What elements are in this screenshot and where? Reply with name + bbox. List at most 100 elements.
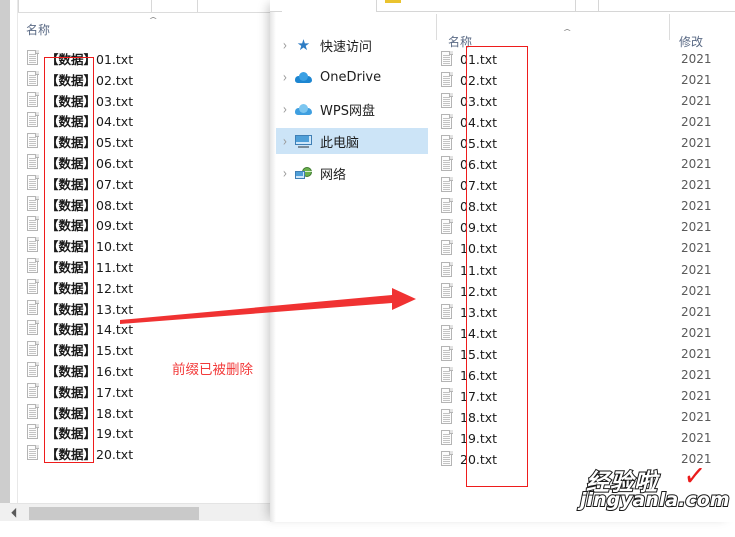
file-name[interactable]: 【数据】15.txt — [46, 340, 133, 359]
file-name[interactable]: 07.txt — [460, 178, 497, 193]
file-name[interactable]: 03.txt — [460, 94, 497, 109]
table-row[interactable]: 【数据】04.txt — [26, 110, 133, 131]
table-row[interactable]: 【数据】07.txt — [26, 173, 133, 194]
table-row[interactable]: 【数据】20.txt — [26, 443, 133, 464]
chevron-right-icon[interactable]: › — [276, 37, 294, 53]
file-name[interactable]: 13.txt — [460, 305, 497, 320]
file-name[interactable]: 【数据】02.txt — [46, 70, 133, 89]
table-row[interactable]: 【数据】03.txt — [26, 90, 133, 111]
sidebar-item-5[interactable]: › 网络 — [276, 160, 428, 186]
file-name[interactable]: 10.txt — [460, 241, 497, 256]
file-name[interactable]: 14.txt — [460, 326, 497, 341]
file-name[interactable]: 01.txt — [460, 52, 497, 67]
table-row[interactable]: 【数据】01.txt — [26, 48, 133, 69]
sidebar-item-1[interactable]: › ★ 快速访问 — [276, 32, 428, 58]
table-row[interactable]: 【数据】06.txt — [26, 152, 133, 173]
sidebar-item-4[interactable]: › 此电脑 — [276, 128, 428, 154]
file-name[interactable]: 17.txt — [460, 389, 497, 404]
file-name[interactable]: 【数据】17.txt — [46, 382, 133, 401]
table-row[interactable]: 【数据】02.txt — [26, 69, 133, 90]
table-row[interactable]: 18.txt — [440, 407, 497, 428]
file-name[interactable]: 09.txt — [460, 220, 497, 235]
table-row[interactable]: 17.txt — [440, 386, 497, 407]
table-row[interactable]: 【数据】11.txt — [26, 256, 133, 277]
file-name[interactable]: 【数据】03.txt — [46, 91, 133, 110]
table-row[interactable]: 【数据】17.txt — [26, 381, 133, 402]
file-name-base: 01.txt — [96, 52, 134, 67]
file-name[interactable]: 【数据】19.txt — [46, 423, 133, 442]
file-name[interactable]: 【数据】07.txt — [46, 174, 133, 193]
table-row[interactable]: 16.txt — [440, 365, 497, 386]
scroll-left-arrow-icon[interactable]: ◤ — [10, 507, 22, 519]
table-row[interactable]: 【数据】10.txt — [26, 235, 133, 256]
table-row[interactable]: 14.txt — [440, 323, 497, 344]
column-separator[interactable] — [197, 0, 198, 12]
table-row[interactable]: 12.txt — [440, 281, 497, 302]
left-window-edge-scrollbar[interactable] — [0, 0, 10, 503]
table-row[interactable]: 05.txt — [440, 133, 497, 154]
file-name[interactable]: 05.txt — [460, 136, 497, 151]
column-separator[interactable] — [151, 0, 152, 12]
table-row[interactable]: 【数据】08.txt — [26, 194, 133, 215]
file-name[interactable]: 15.txt — [460, 347, 497, 362]
table-row[interactable]: 15.txt — [440, 344, 497, 365]
file-name[interactable]: 【数据】08.txt — [46, 195, 133, 214]
file-name[interactable]: 【数据】01.txt — [46, 49, 133, 68]
table-row[interactable]: 11.txt — [440, 260, 497, 281]
table-row[interactable]: 20.txt — [440, 449, 497, 470]
file-name[interactable]: 06.txt — [460, 157, 497, 172]
file-name[interactable]: 12.txt — [460, 284, 497, 299]
sidebar-item-3[interactable]: › WPS网盘 — [276, 96, 428, 122]
file-name[interactable]: 18.txt — [460, 410, 497, 425]
file-name[interactable]: 【数据】16.txt — [46, 361, 133, 380]
table-row[interactable]: 【数据】09.txt — [26, 214, 133, 235]
left-horizontal-scrollbar-thumb[interactable] — [29, 507, 199, 520]
table-row[interactable]: 04.txt — [440, 112, 497, 133]
left-window-edge-scrollbar-track[interactable] — [0, 0, 10, 503]
table-row[interactable]: 【数据】19.txt — [26, 422, 133, 443]
right-column-header-date-modified[interactable]: 修改 — [679, 33, 703, 50]
table-row[interactable]: 19.txt — [440, 428, 497, 449]
file-name[interactable]: 【数据】06.txt — [46, 153, 133, 172]
sidebar-item-2[interactable]: › OneDrive — [276, 64, 428, 90]
table-row[interactable]: 08.txt — [440, 196, 497, 217]
table-row[interactable]: 01.txt — [440, 49, 497, 70]
table-row[interactable]: 13.txt — [440, 302, 497, 323]
table-row[interactable]: 【数据】05.txt — [26, 131, 133, 152]
table-row[interactable]: 【数据】15.txt — [26, 339, 133, 360]
column-separator[interactable] — [669, 14, 670, 40]
table-row[interactable]: 【数据】18.txt — [26, 402, 133, 423]
column-separator[interactable] — [436, 14, 437, 40]
file-name[interactable]: 【数据】20.txt — [46, 444, 133, 463]
file-name[interactable]: 【数据】05.txt — [46, 132, 133, 151]
file-name[interactable]: 04.txt — [460, 115, 497, 130]
file-name[interactable]: 11.txt — [460, 263, 497, 278]
column-separator[interactable] — [18, 0, 19, 12]
table-row[interactable]: 07.txt — [440, 175, 497, 196]
text-file-icon — [440, 429, 454, 447]
file-name[interactable]: 【数据】10.txt — [46, 236, 133, 255]
left-column-header-name[interactable]: 名称 — [26, 21, 50, 38]
file-name[interactable]: 【数据】18.txt — [46, 403, 133, 422]
table-row[interactable]: 02.txt — [440, 70, 497, 91]
table-row[interactable]: 10.txt — [440, 238, 497, 259]
file-name[interactable]: 19.txt — [460, 431, 497, 446]
chevron-right-icon[interactable]: › — [276, 101, 294, 117]
file-name[interactable]: 08.txt — [460, 199, 497, 214]
file-name[interactable]: 【数据】11.txt — [46, 257, 133, 276]
file-name[interactable]: 16.txt — [460, 368, 497, 383]
chevron-right-icon[interactable]: › — [276, 133, 294, 149]
table-row[interactable]: 【数据】16.txt — [26, 360, 133, 381]
navigation-pane[interactable]: › ★ 快速访问 › OneDrive › WPS网盘 › 此电脑 › 网络 — [276, 12, 428, 522]
file-name[interactable]: 20.txt — [460, 452, 497, 467]
file-name[interactable]: 02.txt — [460, 73, 497, 88]
file-name[interactable]: 【数据】04.txt — [46, 111, 133, 130]
table-row[interactable]: 09.txt — [440, 217, 497, 238]
chevron-right-icon[interactable]: › — [276, 69, 294, 85]
table-row[interactable]: 03.txt — [440, 91, 497, 112]
right-column-header-name[interactable]: 名称 — [448, 33, 472, 50]
table-row[interactable]: 06.txt — [440, 154, 497, 175]
chevron-right-icon[interactable]: › — [276, 165, 294, 181]
file-name[interactable]: 【数据】09.txt — [46, 215, 133, 234]
left-horizontal-scrollbar[interactable]: ◤ — [10, 503, 290, 522]
